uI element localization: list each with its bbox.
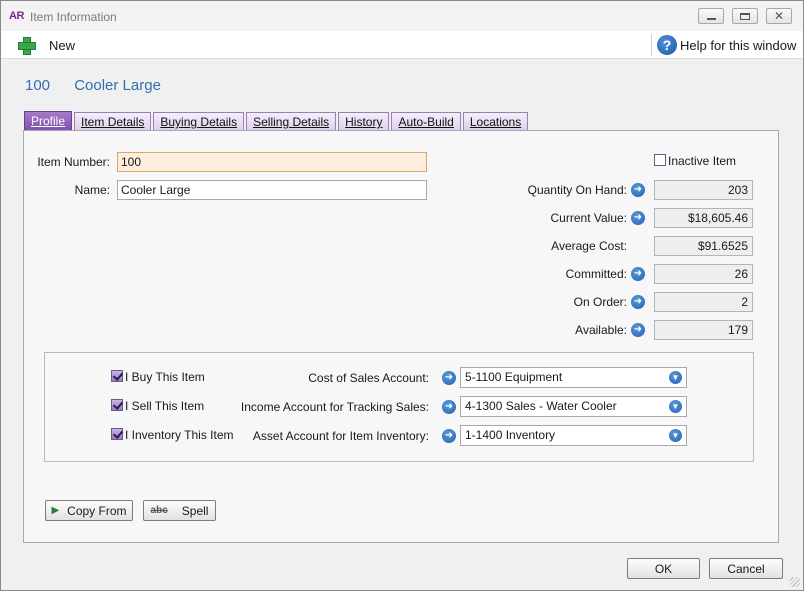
stat-label: Current Value: xyxy=(550,211,627,225)
help-button-label: Help for this window xyxy=(680,37,797,53)
tab-history[interactable]: History xyxy=(338,112,390,131)
account-select[interactable]: 1-1400 Inventory ▼ xyxy=(460,425,687,446)
ok-label: OK xyxy=(654,561,673,576)
name-label: Name: xyxy=(74,183,110,197)
item-header-name: Cooler Large xyxy=(74,77,161,94)
zoom-arrow-icon[interactable]: ➜ xyxy=(631,183,645,197)
account-select[interactable]: 5-1100 Equipment ▼ xyxy=(460,367,687,388)
copy-icon: ▶ xyxy=(51,505,60,516)
tab-buying-details[interactable]: Buying Details xyxy=(153,112,245,131)
account-select-value: 5-1100 Equipment xyxy=(465,370,563,384)
item-header: 100 Cooler Large xyxy=(25,77,161,94)
resize-grip[interactable] xyxy=(790,577,800,587)
stat-value: 179 xyxy=(654,320,753,340)
inactive-item-checkbox[interactable] xyxy=(654,154,666,166)
account-label: Income Account for Tracking Sales: xyxy=(240,400,429,414)
stat-label: Committed: xyxy=(565,267,627,281)
zoom-arrow-icon[interactable]: ➜ xyxy=(631,295,645,309)
cancel-button[interactable]: Cancel xyxy=(709,558,783,579)
account-checkbox[interactable] xyxy=(111,399,123,411)
account-select[interactable]: 4-1300 Sales - Water Cooler ▼ xyxy=(460,396,687,417)
tab-selling-details[interactable]: Selling Details xyxy=(246,112,337,131)
window-title: Item Information xyxy=(30,10,117,24)
zoom-arrow-icon[interactable]: ➜ xyxy=(442,400,456,414)
copy-from-label: Copy From xyxy=(67,503,127,518)
maximize-icon xyxy=(740,12,750,20)
tab-item-details[interactable]: Item Details xyxy=(74,112,152,131)
account-select-value: 4-1300 Sales - Water Cooler xyxy=(465,399,617,413)
help-button[interactable]: ? Help for this window xyxy=(657,34,796,56)
account-checkbox-label: I Inventory This Item xyxy=(125,428,234,442)
account-select-value: 1-1400 Inventory xyxy=(465,428,556,442)
account-checkbox-label: I Sell This Item xyxy=(125,399,205,413)
tab-bar: Profile Item Details Buying Details Selling… xyxy=(24,111,530,131)
cancel-label: Cancel xyxy=(727,561,765,576)
stat-label: Available: xyxy=(575,323,627,337)
stat-value: $91.6525 xyxy=(654,236,753,256)
new-button[interactable]: New xyxy=(17,35,75,55)
zoom-arrow-icon[interactable]: ➜ xyxy=(442,429,456,443)
minimize-button[interactable] xyxy=(698,8,724,24)
stat-label: Quantity On Hand: xyxy=(527,183,627,197)
ok-button[interactable]: OK xyxy=(627,558,700,579)
zoom-arrow-icon[interactable]: ➜ xyxy=(631,267,645,281)
app-logo: AR xyxy=(9,10,24,22)
spell-check-icon: abc xyxy=(150,505,168,516)
toolbar-divider xyxy=(651,34,652,56)
account-checkbox[interactable] xyxy=(111,428,123,440)
account-label: Asset Account for Item Inventory: xyxy=(252,429,429,443)
item-number-input[interactable]: 100 xyxy=(117,152,427,172)
stat-value: 2 xyxy=(654,292,753,312)
zoom-arrow-icon[interactable]: ➜ xyxy=(631,323,645,337)
account-label: Cost of Sales Account: xyxy=(308,371,429,385)
minimize-icon xyxy=(706,17,716,20)
tab-profile[interactable]: Profile xyxy=(24,111,73,131)
zoom-arrow-icon[interactable]: ➜ xyxy=(442,371,456,385)
stat-value: 203 xyxy=(654,180,753,200)
stat-label: On Order: xyxy=(573,295,627,309)
stat-value: 26 xyxy=(654,264,753,284)
new-button-label: New xyxy=(49,37,76,53)
maximize-button[interactable] xyxy=(732,8,758,24)
spell-button[interactable]: abc Spell xyxy=(143,500,216,521)
chevron-down-icon[interactable]: ▼ xyxy=(669,371,682,384)
item-number-label: Item Number: xyxy=(37,155,110,169)
name-input[interactable]: Cooler Large xyxy=(117,180,427,200)
stat-label: Average Cost: xyxy=(551,239,627,253)
spell-label: Spell xyxy=(181,503,209,518)
stat-value: $18,605.46 xyxy=(654,208,753,228)
plus-icon xyxy=(17,36,36,55)
help-icon: ? xyxy=(657,35,677,55)
inactive-item-label: Inactive Item xyxy=(668,154,737,168)
tab-auto-build[interactable]: Auto-Build xyxy=(391,112,461,131)
tab-locations[interactable]: Locations xyxy=(462,112,529,131)
copy-from-button[interactable]: ▶ Copy From xyxy=(45,500,133,521)
toolbar: New ? Help for this window xyxy=(1,31,803,59)
item-information-window: AR Item Information ✕ New ? Help for thi… xyxy=(0,0,804,591)
zoom-arrow-icon[interactable]: ➜ xyxy=(631,211,645,225)
item-header-number: 100 xyxy=(25,77,51,94)
chevron-down-icon[interactable]: ▼ xyxy=(669,400,682,413)
account-checkbox-label: I Buy This Item xyxy=(125,370,205,384)
account-checkbox[interactable] xyxy=(111,370,123,382)
chevron-down-icon[interactable]: ▼ xyxy=(669,429,682,442)
close-button[interactable]: ✕ xyxy=(766,8,792,24)
close-icon: ✕ xyxy=(773,9,785,23)
title-bar: AR Item Information ✕ xyxy=(1,1,803,31)
